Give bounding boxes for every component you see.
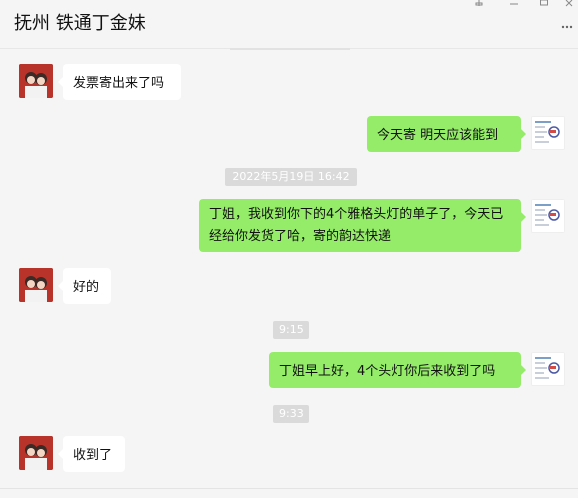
pin-icon[interactable] [473,0,487,10]
message-bubble-outgoing[interactable]: 丁姐，我收到你下的4个雅格头灯的单子了，今天已经给你发货了哈，寄的韵达快递 [199,199,526,252]
contact-avatar[interactable] [19,64,53,98]
contact-avatar[interactable] [19,436,53,470]
load-more-divider [230,48,350,50]
my-avatar[interactable] [531,352,565,386]
chat-header: 抚州 铁通丁金妹 [0,0,578,49]
minimize-icon[interactable] [508,0,522,10]
message-bubble-outgoing[interactable]: 今天寄 明天应该能到 [367,116,526,152]
my-avatar[interactable] [531,116,565,150]
timestamp: 9:15 [273,321,309,339]
timestamp: 9:33 [273,405,309,423]
message-bubble-incoming[interactable]: 好的 [58,268,111,304]
chat-title: 抚州 铁通丁金妹 [14,13,146,34]
my-avatar[interactable] [531,199,565,233]
message-bubble-outgoing[interactable]: 丁姐早上好，4个头灯你后来收到了吗 [269,352,526,388]
message-bubble-incoming[interactable]: 发票寄出来了吗 [58,64,181,100]
message-bubble-incoming[interactable]: 收到了 [58,436,125,472]
contact-avatar[interactable] [19,268,53,302]
input-divider [0,488,578,489]
maximize-icon[interactable] [538,0,552,10]
more-icon[interactable] [560,14,574,30]
close-icon[interactable] [564,0,578,10]
timestamp: 2022年5月19日 16:42 [225,168,357,186]
